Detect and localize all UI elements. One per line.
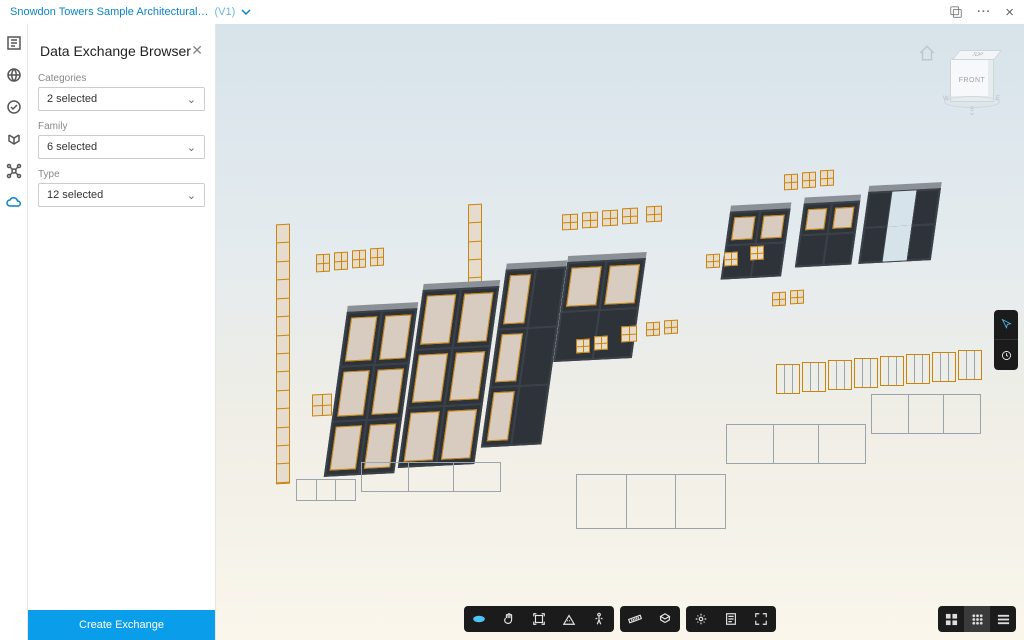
filter-categories-value: 2 selected — [47, 93, 97, 105]
wall-panel — [795, 195, 861, 268]
chevron-down-icon: ⌄ — [187, 141, 196, 154]
window-element — [772, 292, 786, 307]
window-element — [370, 248, 384, 267]
window-element — [582, 212, 598, 229]
chevron-down-icon: ⌄ — [187, 189, 196, 202]
rail-cloud-icon[interactable] — [5, 194, 23, 212]
panel-close-icon[interactable]: ✕ — [191, 42, 203, 59]
window-element — [312, 393, 332, 416]
chevron-down-icon: ⌄ — [187, 93, 196, 106]
close-icon[interactable]: × — [1005, 5, 1014, 20]
window-element — [622, 208, 638, 225]
left-rail — [0, 24, 28, 640]
layers-icon[interactable] — [949, 5, 963, 19]
curtain-wall-element — [828, 360, 852, 390]
curtain-wall-element — [958, 350, 982, 380]
chevron-down-icon — [241, 7, 251, 17]
filter-type: Type 12 selected ⌄ — [38, 169, 205, 207]
curtain-wall-element — [854, 358, 878, 388]
create-exchange-button[interactable]: Create Exchange — [28, 610, 215, 640]
filter-categories: Categories 2 selected ⌄ — [38, 73, 205, 111]
curtain-wall-element — [776, 364, 800, 394]
filter-type-select[interactable]: 12 selected ⌄ — [38, 183, 205, 207]
more-icon[interactable]: ··· — [977, 6, 991, 18]
curtain-wall-element — [932, 352, 956, 382]
window-element — [820, 170, 834, 187]
file-title[interactable]: Snowdon Towers Sample Architectural… (V1… — [10, 6, 251, 18]
curtain-wall-element — [871, 394, 981, 434]
window-element — [316, 254, 330, 273]
window-element — [784, 174, 798, 191]
curtain-wall-element — [906, 354, 930, 384]
window-element — [706, 254, 720, 269]
window-element — [646, 322, 660, 337]
window-element — [594, 336, 608, 351]
filter-type-label: Type — [38, 169, 205, 180]
window-element — [334, 252, 348, 271]
window-element — [724, 252, 738, 267]
rail-globe-icon[interactable] — [5, 66, 23, 84]
wall-panel — [858, 182, 941, 264]
rail-project-icon[interactable] — [5, 34, 23, 52]
filter-family-value: 6 selected — [47, 141, 97, 153]
data-exchange-panel: Data Exchange Browser ✕ Categories 2 sel… — [28, 24, 216, 640]
window-element — [576, 339, 590, 354]
filter-type-value: 12 selected — [47, 189, 103, 201]
filter-family-select[interactable]: 6 selected ⌄ — [38, 135, 205, 159]
window-element — [750, 246, 764, 261]
model-scene — [216, 24, 1024, 640]
wall-panel — [721, 202, 792, 279]
curtain-wall-element — [880, 356, 904, 386]
rail-connector-icon[interactable] — [5, 162, 23, 180]
rail-approve-icon[interactable] — [5, 98, 23, 116]
filter-categories-label: Categories — [38, 73, 205, 84]
window-element — [562, 214, 578, 231]
mullion-element — [276, 224, 290, 485]
panel-title: Data Exchange Browser — [40, 43, 191, 59]
curtain-wall-element — [361, 462, 501, 492]
window-element — [790, 290, 804, 305]
curtain-wall-element — [726, 424, 866, 464]
window-element — [352, 250, 366, 269]
file-name: Snowdon Towers Sample Architectural… — [10, 6, 209, 18]
file-version: (V1) — [215, 6, 236, 18]
window-element — [664, 320, 678, 335]
window-element — [646, 206, 662, 223]
curtain-wall-element — [802, 362, 826, 392]
filter-family: Family 6 selected ⌄ — [38, 121, 205, 159]
window-element — [602, 210, 618, 227]
filter-family-label: Family — [38, 121, 205, 132]
curtain-wall-element — [296, 479, 356, 501]
window-element — [621, 326, 637, 343]
window-element — [802, 172, 816, 189]
curtain-wall-element — [576, 474, 726, 529]
viewport-3d[interactable]: TOP FRONT S ⌄ — [216, 24, 1024, 640]
rail-model-compare-icon[interactable] — [5, 130, 23, 148]
filter-categories-select[interactable]: 2 selected ⌄ — [38, 87, 205, 111]
